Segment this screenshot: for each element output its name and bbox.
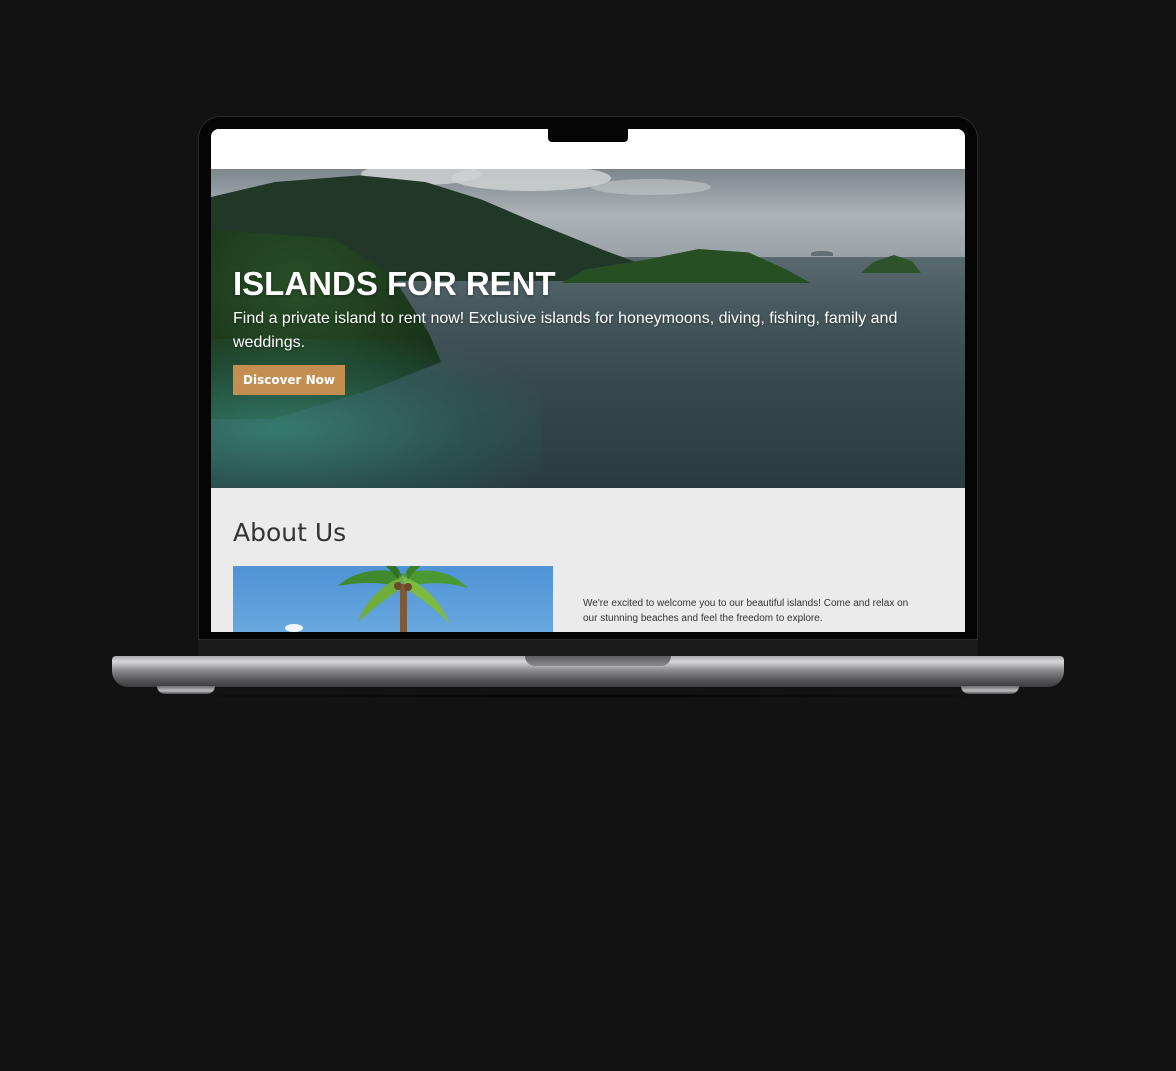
laptop-shadow (86, 694, 1090, 698)
camera-notch (548, 129, 628, 142)
laptop-foot-left (157, 686, 215, 694)
hero-title: ISLANDS FOR RENT (233, 265, 556, 302)
about-text: We're excited to welcome you to our beau… (583, 598, 909, 624)
about-section: About Us We're excited to welcome you to… (211, 488, 965, 632)
stage: ISLANDS FOR RENT Find a private island t… (0, 0, 1176, 1071)
hero-subtitle: Find a private island to rent now! Exclu… (233, 310, 898, 351)
laptop-base-notch (525, 656, 671, 666)
laptop-hinge (198, 640, 978, 657)
palm-tree-icon (338, 566, 468, 632)
cloud-small (285, 624, 303, 632)
laptop-screen: ISLANDS FOR RENT Find a private island t… (211, 129, 965, 632)
laptop-foot-right (961, 686, 1019, 694)
palm-tree-image (233, 566, 553, 632)
hero-content: ISLANDS FOR RENT Find a private island t… (233, 265, 913, 395)
about-title: About Us (233, 518, 347, 547)
discover-now-button[interactable]: Discover Now (233, 365, 346, 395)
hero-section: ISLANDS FOR RENT Find a private island t… (211, 169, 965, 488)
